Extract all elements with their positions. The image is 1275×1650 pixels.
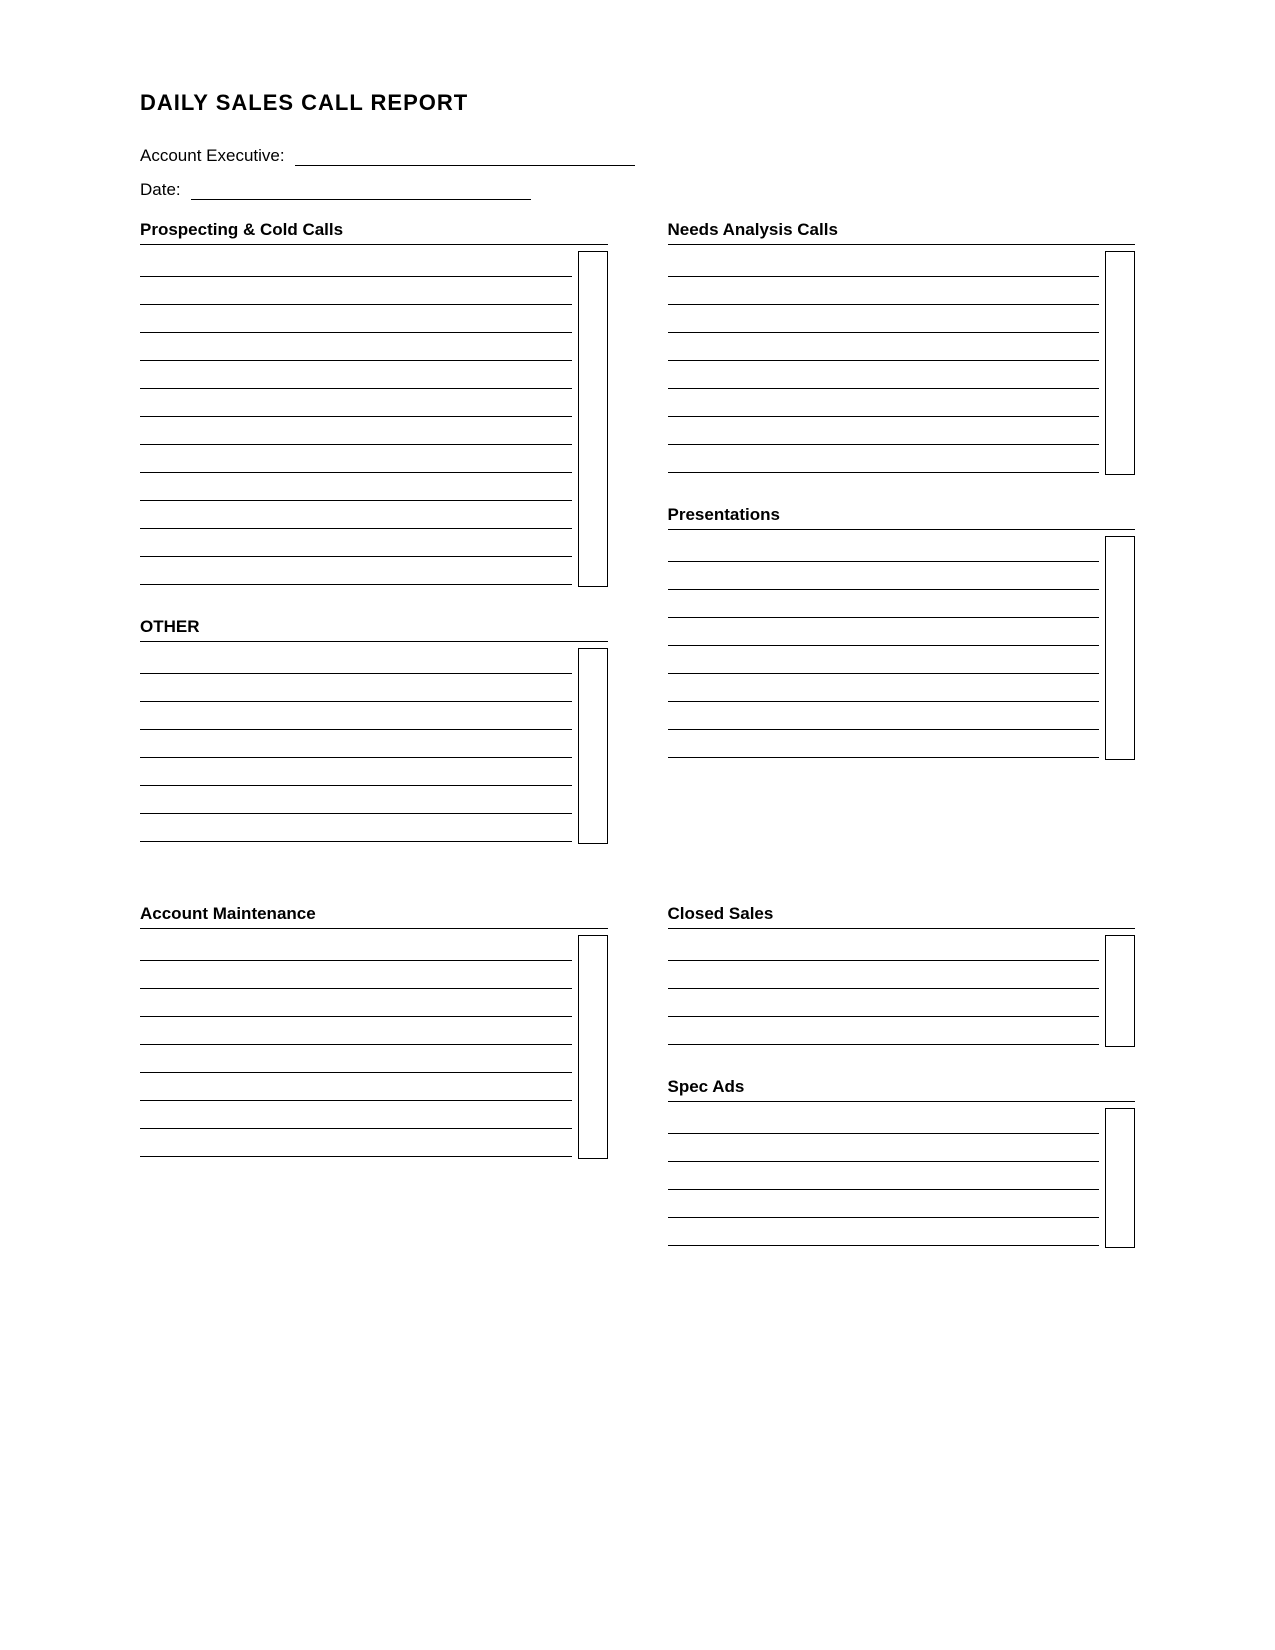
needs-analysis-content xyxy=(668,251,1136,475)
prospecting-section: Prospecting & Cold Calls xyxy=(140,220,608,587)
entry-line[interactable] xyxy=(140,531,572,557)
entry-line[interactable] xyxy=(140,648,572,674)
entry-line[interactable] xyxy=(668,279,1100,305)
entry-line[interactable] xyxy=(140,935,572,961)
entry-line[interactable] xyxy=(140,307,572,333)
needs-analysis-title: Needs Analysis Calls xyxy=(668,220,1136,245)
entry-line[interactable] xyxy=(668,1108,1100,1134)
entry-line[interactable] xyxy=(668,1220,1100,1246)
date-field: Date: xyxy=(140,180,1135,200)
entry-line[interactable] xyxy=(668,536,1100,562)
presentations-count-box xyxy=(1105,536,1135,760)
entry-line[interactable] xyxy=(668,704,1100,730)
closed-sales-section: Closed Sales xyxy=(668,904,1136,1047)
needs-analysis-lines xyxy=(668,251,1100,475)
page-title: DAILY SALES CALL REPORT xyxy=(140,90,1135,116)
entry-line[interactable] xyxy=(140,475,572,501)
entry-line[interactable] xyxy=(668,648,1100,674)
entry-line[interactable] xyxy=(668,676,1100,702)
entry-line[interactable] xyxy=(140,559,572,585)
entry-line[interactable] xyxy=(668,447,1100,473)
entry-line[interactable] xyxy=(140,503,572,529)
other-count-box xyxy=(578,648,608,844)
account-executive-field: Account Executive: xyxy=(140,146,1135,166)
date-input[interactable] xyxy=(191,182,531,200)
other-title: OTHER xyxy=(140,617,608,642)
entry-line[interactable] xyxy=(668,1136,1100,1162)
entry-line[interactable] xyxy=(668,963,1100,989)
entry-line[interactable] xyxy=(668,935,1100,961)
account-executive-input[interactable] xyxy=(295,148,635,166)
entry-line[interactable] xyxy=(140,963,572,989)
account-maintenance-content xyxy=(140,935,608,1159)
presentations-lines xyxy=(668,536,1100,760)
other-lines xyxy=(140,648,572,844)
entry-line[interactable] xyxy=(668,991,1100,1017)
spec-ads-lines xyxy=(668,1108,1100,1248)
spec-ads-section: Spec Ads xyxy=(668,1077,1136,1248)
entry-line[interactable] xyxy=(140,1103,572,1129)
prospecting-lines xyxy=(140,251,572,587)
account-maintenance-lines xyxy=(140,935,572,1159)
entry-line[interactable] xyxy=(140,1047,572,1073)
entry-line[interactable] xyxy=(668,251,1100,277)
entry-line[interactable] xyxy=(140,816,572,842)
entry-line[interactable] xyxy=(140,251,572,277)
account-maintenance-count-box xyxy=(578,935,608,1159)
spec-ads-title: Spec Ads xyxy=(668,1077,1136,1102)
entry-line[interactable] xyxy=(140,704,572,730)
entry-line[interactable] xyxy=(140,1075,572,1101)
account-maintenance-section: Account Maintenance xyxy=(140,904,608,1159)
entry-line[interactable] xyxy=(668,732,1100,758)
entry-line[interactable] xyxy=(140,1019,572,1045)
spec-ads-content xyxy=(668,1108,1136,1248)
entry-line[interactable] xyxy=(140,788,572,814)
account-maintenance-title: Account Maintenance xyxy=(140,904,608,929)
entry-line[interactable] xyxy=(668,620,1100,646)
entry-line[interactable] xyxy=(668,592,1100,618)
entry-line[interactable] xyxy=(668,1164,1100,1190)
presentations-section: Presentations xyxy=(668,505,1136,760)
entry-line[interactable] xyxy=(140,335,572,361)
prospecting-content xyxy=(140,251,608,587)
closed-sales-count-box xyxy=(1105,935,1135,1047)
account-executive-label: Account Executive: xyxy=(140,146,285,166)
entry-line[interactable] xyxy=(668,1192,1100,1218)
entry-line[interactable] xyxy=(668,1019,1100,1045)
closed-sales-content xyxy=(668,935,1136,1047)
entry-line[interactable] xyxy=(140,760,572,786)
closed-sales-title: Closed Sales xyxy=(668,904,1136,929)
entry-line[interactable] xyxy=(140,676,572,702)
presentations-content xyxy=(668,536,1136,760)
closed-sales-lines xyxy=(668,935,1100,1047)
prospecting-title: Prospecting & Cold Calls xyxy=(140,220,608,245)
entry-line[interactable] xyxy=(140,279,572,305)
entry-line[interactable] xyxy=(140,991,572,1017)
entry-line[interactable] xyxy=(668,391,1100,417)
needs-analysis-section: Needs Analysis Calls xyxy=(668,220,1136,475)
entry-line[interactable] xyxy=(140,363,572,389)
entry-line[interactable] xyxy=(668,363,1100,389)
needs-analysis-count-box xyxy=(1105,251,1135,475)
entry-line[interactable] xyxy=(668,335,1100,361)
presentations-title: Presentations xyxy=(668,505,1136,530)
other-section: OTHER xyxy=(140,617,608,844)
other-content xyxy=(140,648,608,844)
entry-line[interactable] xyxy=(140,419,572,445)
entry-line[interactable] xyxy=(668,419,1100,445)
entry-line[interactable] xyxy=(140,1131,572,1157)
page: DAILY SALES CALL REPORT Account Executiv… xyxy=(0,0,1275,1650)
entry-line[interactable] xyxy=(140,391,572,417)
spec-ads-count-box xyxy=(1105,1108,1135,1248)
date-label: Date: xyxy=(140,180,181,200)
entry-line[interactable] xyxy=(668,307,1100,333)
entry-line[interactable] xyxy=(140,732,572,758)
entry-line[interactable] xyxy=(140,447,572,473)
entry-line[interactable] xyxy=(668,564,1100,590)
prospecting-count-box xyxy=(578,251,608,587)
